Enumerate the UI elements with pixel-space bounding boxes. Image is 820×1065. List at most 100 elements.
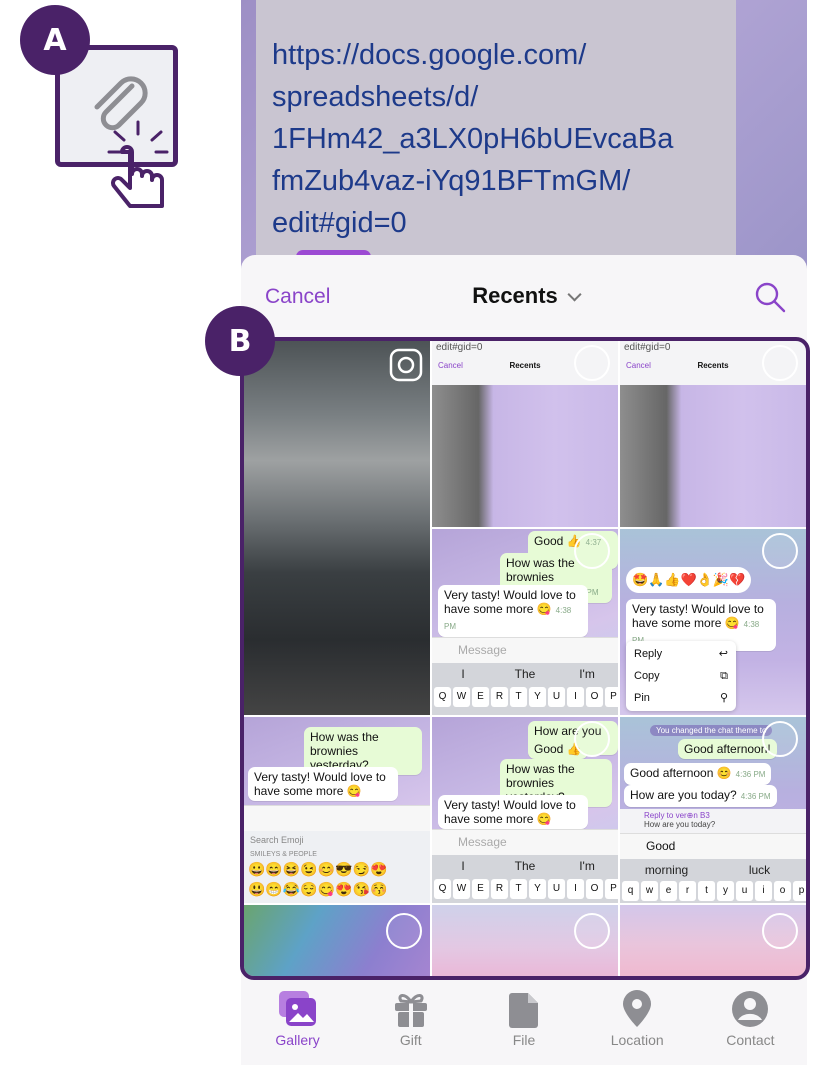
- select-circle[interactable]: [574, 913, 610, 949]
- select-circle[interactable]: [762, 533, 798, 569]
- photo-thumbnail[interactable]: [432, 905, 618, 976]
- key: O: [586, 879, 603, 899]
- mini-text: Good afternoon 😊: [630, 766, 732, 780]
- mini-keyboard: I The I'm QWERTYUIOP: [432, 855, 618, 903]
- tab-contact-label: Contact: [726, 1032, 775, 1048]
- ctx-copy[interactable]: Copy ⧉: [626, 665, 736, 687]
- key: Y: [529, 687, 546, 707]
- kbd-suggestion: luck: [748, 863, 771, 877]
- photo-thumbnail-city[interactable]: [244, 341, 430, 715]
- link-message-text[interactable]: https://docs.google.com/ spreadsheets/d/…: [272, 34, 736, 244]
- file-icon: [509, 993, 538, 1028]
- key: R: [491, 687, 508, 707]
- mini-keyboard: morning luck qwertyuiop: [620, 859, 806, 903]
- gift-icon: [394, 994, 427, 1027]
- emoji-row: 😃😁😂😌😋😍😘😚: [248, 881, 388, 897]
- key: q: [622, 881, 639, 901]
- badge-a: A: [20, 5, 90, 75]
- key: i: [755, 881, 772, 901]
- mini-edit-label: edit#gid=0: [436, 342, 483, 353]
- screenshot-thumbnail[interactable]: You changed the chat theme to Good after…: [620, 717, 806, 903]
- tab-contact[interactable]: Contact: [694, 982, 807, 1065]
- mini-text: How are you today?: [630, 788, 737, 802]
- tab-gift-label: Gift: [399, 1032, 422, 1048]
- emoji-section: SMILEYS & PEOPLE: [250, 851, 317, 858]
- search-icon[interactable]: [753, 280, 787, 314]
- screenshot-thumbnail[interactable]: edit#gid=0 Cancel Recents: [432, 341, 618, 527]
- mini-message-input: [244, 805, 430, 831]
- mini-thumbs: [432, 385, 618, 527]
- select-circle[interactable]: [574, 345, 610, 381]
- mini-text: How was the brownies yesterday?: [310, 730, 379, 772]
- select-circle[interactable]: [762, 721, 798, 757]
- recents-dropdown[interactable]: Recents: [241, 283, 807, 309]
- tab-gallery[interactable]: Gallery: [241, 982, 354, 1065]
- mini-input-text: Good: [646, 839, 676, 853]
- reply-preview: Reply to ver⊕n B3 How are you today?: [620, 809, 806, 833]
- mini-edit-label: edit#gid=0: [624, 342, 671, 353]
- chevron-down-icon: [567, 287, 582, 302]
- mini-placeholder: Message: [458, 835, 507, 849]
- screenshot-thumbnail[interactable]: 🤩🙏👍❤️👌🎉💔 Very tasty! Would love to have …: [620, 529, 806, 715]
- attach-tab-bar: Gallery Gift File Location Contact: [241, 982, 807, 1065]
- key: W: [453, 879, 470, 899]
- mini-time: 4:36 PM: [740, 792, 771, 801]
- select-circle[interactable]: [574, 721, 610, 757]
- ctx-reply[interactable]: Reply ↩: [626, 643, 736, 665]
- ctx-pin[interactable]: Pin ⚲: [626, 687, 736, 709]
- reply-to: Reply to ver⊕n B3: [644, 811, 710, 820]
- theme-notice: You changed the chat theme to: [650, 725, 773, 736]
- key: U: [548, 687, 565, 707]
- photo-thumbnail[interactable]: [620, 905, 806, 976]
- mini-placeholder: Message: [458, 643, 507, 657]
- tab-location[interactable]: Location: [581, 982, 694, 1065]
- screenshot-thumbnail[interactable]: How are you today? Good 👍 How was the br…: [432, 717, 618, 903]
- kbd-suggestion: The: [514, 667, 536, 681]
- kbd-suggestion: morning: [644, 863, 689, 877]
- kbd-suggestion: I: [461, 859, 465, 873]
- key: T: [510, 687, 527, 707]
- key: t: [698, 881, 715, 901]
- gallery-icon: [278, 991, 316, 1026]
- key: y: [717, 881, 734, 901]
- key: W: [453, 687, 470, 707]
- location-pin-icon: [623, 990, 652, 1027]
- key: p: [793, 881, 806, 901]
- tab-file-label: File: [512, 1032, 536, 1048]
- select-circle[interactable]: [762, 345, 798, 381]
- kbd-suggestion: I: [461, 667, 465, 681]
- tab-gallery-label: Gallery: [275, 1032, 320, 1048]
- sheet-header: Cancel Recents: [241, 255, 807, 337]
- mini-keyboard: I The I'm QWERTYUIOP: [432, 663, 618, 715]
- mini-text: Very tasty! Would love to have some more…: [254, 770, 386, 798]
- key: T: [510, 879, 527, 899]
- mini-bubble: Very tasty! Would love to have some more…: [248, 767, 398, 801]
- screenshot-thumbnail[interactable]: Good 👍4:37 PM How was the brownies yeste…: [432, 529, 618, 715]
- screenshot-thumbnail[interactable]: How was the brownies yesterday? Very tas…: [244, 717, 430, 903]
- key: I: [567, 687, 584, 707]
- kbd-suggestion: I'm: [579, 859, 595, 873]
- tab-gift[interactable]: Gift: [354, 982, 467, 1065]
- select-circle[interactable]: [762, 913, 798, 949]
- tab-file[interactable]: File: [467, 982, 580, 1065]
- reaction-bar: 🤩🙏👍❤️👌🎉💔: [626, 567, 752, 593]
- mini-bubble: Very tasty! Would love to have some more…: [438, 795, 588, 829]
- screenshot-thumbnail[interactable]: edit#gid=0 Cancel Recents: [620, 341, 806, 527]
- kbd-suggestion: The: [514, 859, 536, 873]
- camera-icon[interactable]: [389, 348, 423, 382]
- key: r: [679, 881, 696, 901]
- select-circle[interactable]: [574, 533, 610, 569]
- key: O: [586, 687, 603, 707]
- context-menu: Reply ↩ Copy ⧉ Pin ⚲: [626, 641, 736, 711]
- key: w: [641, 881, 658, 901]
- mini-bubble: Very tasty! Would love to have some more…: [438, 585, 588, 637]
- mini-time: 4:36 PM: [735, 770, 766, 779]
- select-circle[interactable]: [386, 913, 422, 949]
- mini-bubble: How are you today? 4:36 PM: [624, 785, 777, 807]
- key: P: [605, 879, 618, 899]
- photo-thumbnail[interactable]: [244, 905, 430, 976]
- mini-thumbs: [620, 385, 806, 527]
- contact-icon: [732, 991, 769, 1027]
- mini-message-input: Message: [432, 637, 618, 663]
- kbd-suggestion: I'm: [579, 667, 595, 681]
